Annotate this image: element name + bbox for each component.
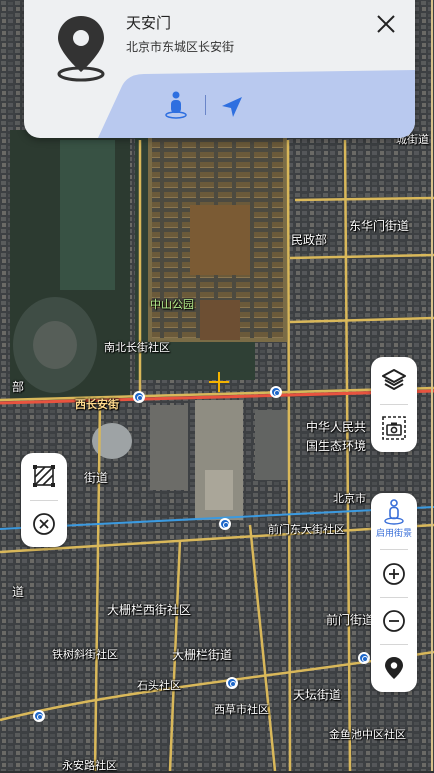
map-label: 前门街道 [326, 613, 375, 627]
zoom-in-button[interactable] [371, 551, 417, 597]
clear-button[interactable] [21, 501, 67, 547]
map-label: 大栅栏街道 [172, 648, 233, 662]
map-label: 铁树斜街社区 [52, 648, 118, 661]
panel-divider [380, 549, 408, 550]
map-label: 东华门街道 [349, 219, 410, 233]
draw-tools-panel [21, 453, 67, 547]
close-icon[interactable] [374, 12, 398, 36]
camera-frame-icon [382, 416, 406, 440]
metro-station-icon[interactable] [226, 677, 238, 689]
place-address: 北京市东城区长安街 [126, 40, 235, 54]
layers-icon [382, 369, 406, 390]
draw-polygon-button[interactable] [21, 453, 67, 499]
location-crosshair-icon [209, 372, 229, 392]
plus-circle-icon [383, 563, 405, 585]
map-label: 大栅栏西街社区 [107, 603, 192, 617]
zoom-out-button[interactable] [371, 598, 417, 644]
map-label: 天坛街道 [293, 688, 342, 702]
street-view-person-icon [384, 499, 404, 525]
map-label: 部 [12, 380, 25, 394]
place-info-card[interactable]: 天安门 北京市东城区长安街 [24, 0, 415, 138]
map-tools-panel [371, 357, 417, 452]
map-label: 前门东大街社区 [268, 523, 345, 536]
minus-circle-icon [383, 610, 405, 632]
metro-station-icon[interactable] [358, 652, 370, 664]
locate-button[interactable] [371, 645, 417, 691]
metro-station-icon[interactable] [270, 386, 282, 398]
location-pin-icon [57, 16, 105, 82]
map-label: 北京市 [333, 492, 366, 505]
zoom-panel: 启用街景 [371, 493, 417, 692]
polygon-draw-icon [33, 465, 55, 487]
street-view-person-icon[interactable] [164, 91, 188, 119]
metro-station-icon[interactable] [33, 710, 45, 722]
metro-station-icon[interactable] [219, 518, 231, 530]
place-name: 天安门 [126, 14, 172, 32]
street-view-button[interactable]: 启用街景 [371, 493, 417, 545]
card-divider [205, 95, 206, 115]
card-action-band [98, 70, 415, 138]
map-label: 道 [12, 585, 25, 599]
navigate-arrow-icon[interactable] [220, 95, 244, 119]
layers-button[interactable] [371, 357, 417, 403]
map-label: 石头社区 [137, 679, 181, 692]
map-label: 国生态环境 [306, 439, 367, 453]
map-label: 西草市社区 [214, 703, 269, 716]
map-label: 南北长街社区 [104, 341, 170, 354]
map-label: 西长安街 [75, 398, 119, 411]
close-circle-icon [33, 513, 55, 535]
location-pin-icon [385, 657, 403, 679]
map-label: 中华人民共 [306, 420, 367, 434]
map-label: 民政部 [291, 233, 328, 247]
street-view-label: 启用街景 [375, 529, 412, 539]
metro-station-icon[interactable] [133, 391, 145, 403]
map-label: 金鱼池中区社区 [329, 728, 406, 741]
map-label: 街道 [84, 471, 109, 485]
map-label: 中山公园 [150, 298, 194, 311]
screenshot-button[interactable] [371, 405, 417, 451]
